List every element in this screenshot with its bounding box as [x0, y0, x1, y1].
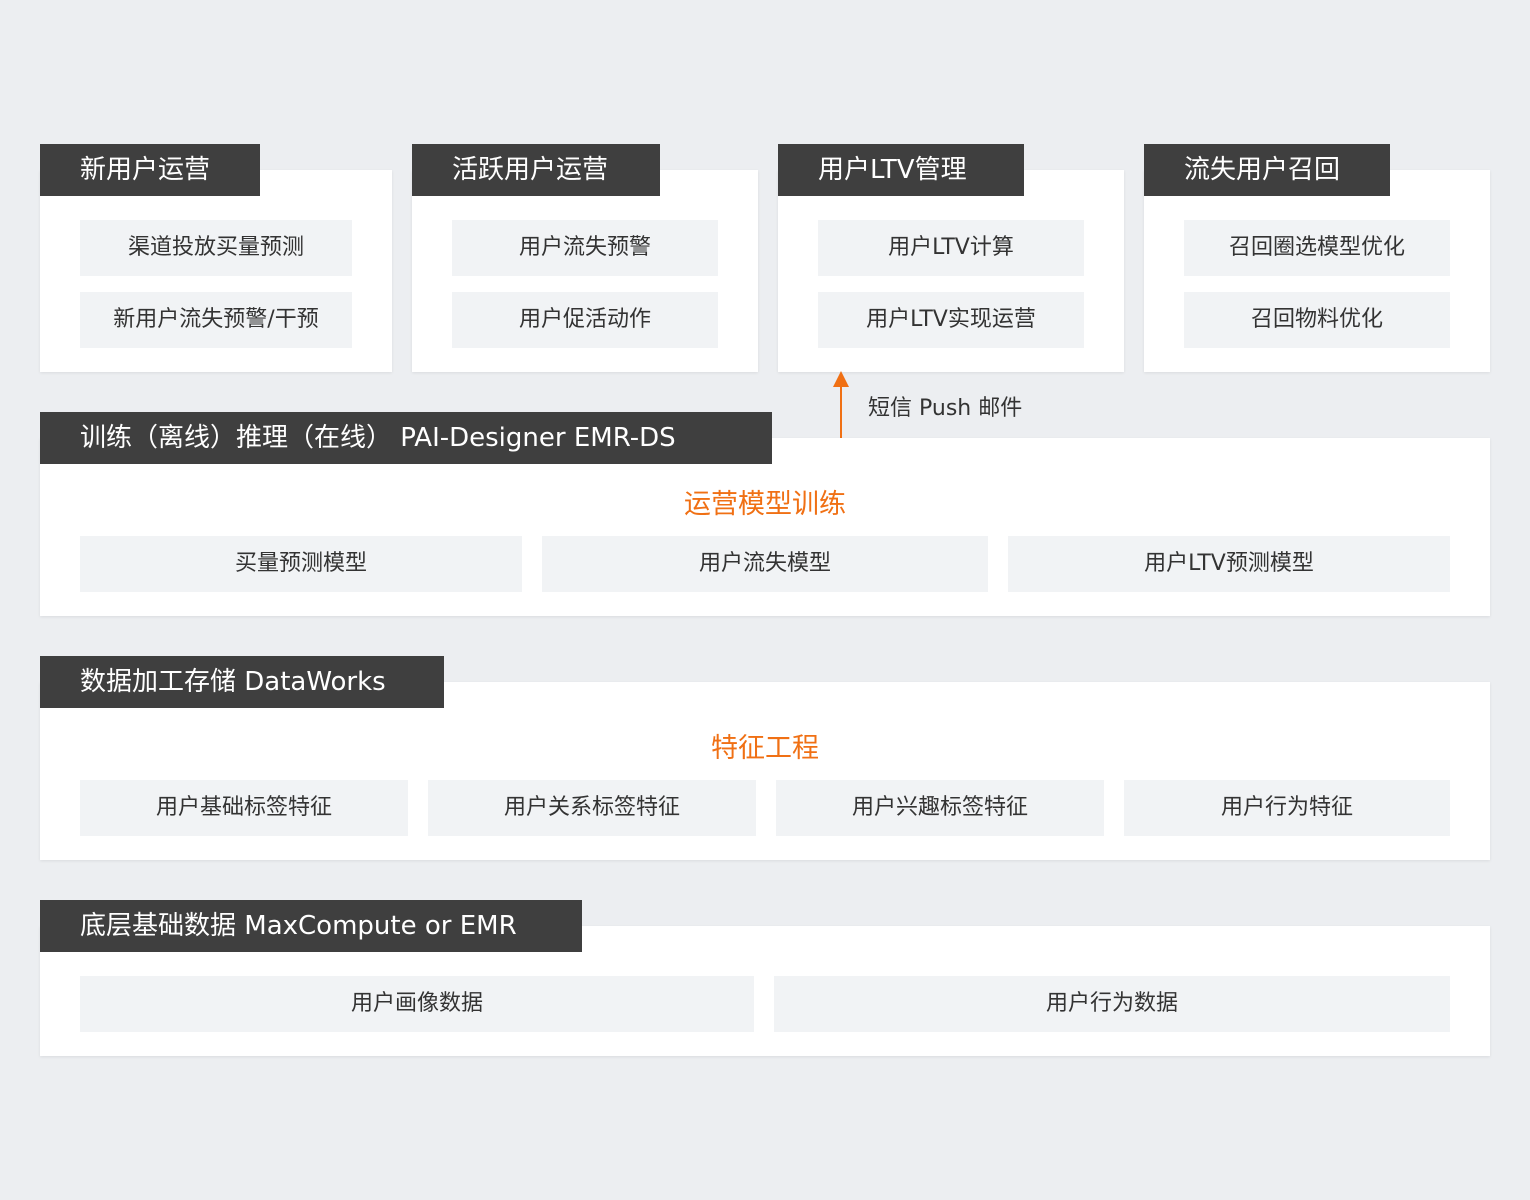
scenario-item-recall-model: 召回圈选模型优化 — [1184, 220, 1450, 276]
processing-title: 特征工程 — [711, 733, 819, 764]
feature-item-basic: 用户基础标签特征 — [80, 780, 408, 836]
training-tag: 训练（离线）推理（在线） PAI-Designer EMR-DS — [40, 412, 772, 464]
feature-item-behavior: 用户行为特征 — [1124, 780, 1450, 836]
channel-label: 短信 Push 邮件 — [868, 396, 1023, 421]
scenario-tag-new-user: 新用户运营 — [40, 144, 260, 196]
arrow-up-icon — [833, 371, 849, 387]
scenario-item-ltv-calc: 用户LTV计算 — [818, 220, 1084, 276]
scenario-tag-ltv: 用户LTV管理 — [778, 144, 1024, 196]
base-tag: 底层基础数据 MaxCompute or EMR — [40, 900, 582, 952]
scenario-item-ltv-ops: 用户LTV实现运营 — [818, 292, 1084, 348]
training-item-ltv-model: 用户LTV预测模型 — [1008, 536, 1450, 592]
scenario-item-churn-warning: 用户流失预警 — [452, 220, 718, 276]
feature-item-interest: 用户兴趣标签特征 — [776, 780, 1104, 836]
scenario-item-new-user-churn: 新用户流失预警/干预 — [80, 292, 352, 348]
feature-item-relation: 用户关系标签特征 — [428, 780, 756, 836]
base-item-profile: 用户画像数据 — [80, 976, 754, 1032]
scenario-tag-recall: 流失用户召回 — [1144, 144, 1390, 196]
training-item-churn-model: 用户流失模型 — [542, 536, 988, 592]
arrow-line — [840, 384, 842, 438]
scenario-tag-active-user: 活跃用户运营 — [412, 144, 660, 196]
processing-tag: 数据加工存储 DataWorks — [40, 656, 444, 708]
scenario-item-recall-material: 召回物料优化 — [1184, 292, 1450, 348]
training-item-purchase-model: 买量预测模型 — [80, 536, 522, 592]
scenario-item-purchase-forecast: 渠道投放买量预测 — [80, 220, 352, 276]
base-item-behavior: 用户行为数据 — [774, 976, 1450, 1032]
training-title: 运营模型训练 — [684, 489, 846, 520]
scenario-item-activation: 用户促活动作 — [452, 292, 718, 348]
